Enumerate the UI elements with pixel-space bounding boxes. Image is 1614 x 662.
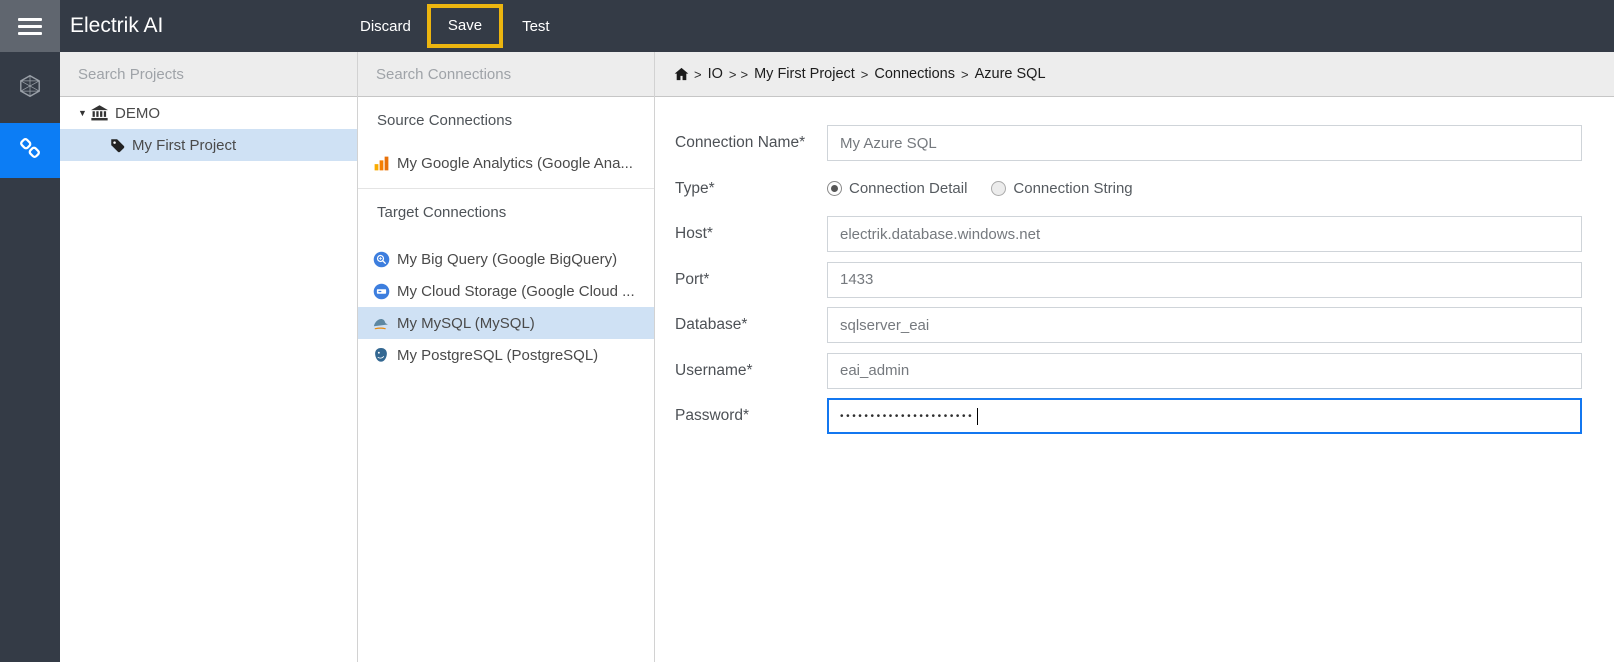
navbar-actions: Discard Save Test	[352, 0, 550, 52]
icon-sidebar	[0, 52, 60, 662]
form-row-type: Type* Connection Detail Connection Strin…	[675, 171, 1614, 217]
radio-unselected-icon	[991, 181, 1007, 196]
connection-item-mysql[interactable]: My MySQL (MySQL)	[358, 307, 654, 339]
mysql-icon	[370, 315, 392, 331]
host-input[interactable]	[827, 216, 1582, 252]
tree-item-my-first-project[interactable]: My First Project	[60, 129, 357, 161]
password-label: Password*	[675, 407, 750, 424]
username-input[interactable]	[827, 352, 1582, 389]
port-label: Port*	[675, 270, 710, 288]
form-row-port: Port*	[675, 261, 1614, 308]
connection-name-label: Connection Name*	[675, 134, 806, 151]
password-masked-value: ••••••••••••••••••••••	[840, 411, 975, 422]
top-navbar: Electrik AI Discard Save Test	[0, 0, 1614, 52]
google-analytics-icon	[370, 156, 392, 171]
text-cursor	[977, 407, 979, 425]
projects-panel: ▼ DEMO My First Project	[60, 52, 358, 662]
connection-name-input[interactable]	[827, 125, 1582, 161]
host-label: Host*	[675, 225, 713, 242]
username-label: Username*	[675, 361, 753, 379]
radio-connection-detail[interactable]: Connection Detail	[827, 180, 967, 197]
form-row-host: Host*	[675, 216, 1614, 262]
radio-label: Connection String	[1013, 180, 1133, 197]
source-connections-header: Source Connections	[377, 112, 513, 129]
database-input[interactable]	[827, 307, 1582, 343]
form-row-connection-name: Connection Name*	[675, 125, 1614, 171]
bank-icon	[91, 105, 108, 121]
connection-item-postgresql[interactable]: My PostgreSQL (PostgreSQL)	[358, 339, 654, 371]
type-radio-group: Connection Detail Connection String	[827, 171, 1133, 207]
projects-search-row	[60, 52, 357, 97]
connection-label: My Big Query (Google BigQuery)	[397, 250, 618, 268]
port-input[interactable]	[827, 261, 1582, 298]
connection-label: My Google Analytics (Google Ana...	[397, 154, 633, 172]
sidebar-item-hexagon[interactable]	[0, 63, 60, 113]
discard-button[interactable]: Discard	[360, 18, 411, 35]
password-input[interactable]: ••••••••••••••••••••••	[827, 398, 1582, 434]
hexagon-icon	[17, 73, 43, 104]
tree-item-demo[interactable]: ▼ DEMO	[60, 97, 357, 129]
connection-item-cloud-storage[interactable]: My Cloud Storage (Google Cloud ...	[358, 275, 654, 307]
breadcrumb-separator: >	[860, 66, 869, 82]
breadcrumb-separator: >	[694, 66, 702, 82]
tree-item-label: My First Project	[132, 136, 237, 154]
target-connections-header: Target Connections	[377, 204, 507, 221]
connection-item-big-query[interactable]: My Big Query (Google BigQuery)	[358, 243, 654, 275]
type-label: Type*	[675, 179, 715, 197]
cloud-storage-icon	[370, 283, 392, 300]
caret-down-icon[interactable]: ▼	[78, 108, 91, 118]
bigquery-icon	[370, 251, 392, 268]
connections-panel: Source Connections My Google Analytics (…	[358, 52, 655, 662]
target-connections-list: My Big Query (Google BigQuery) My Cloud …	[358, 243, 654, 371]
main-panel: > IO > > My First Project > Connections …	[655, 52, 1614, 662]
home-icon[interactable]	[673, 66, 690, 82]
connection-form: Connection Name* Type* Connection Detail…	[655, 97, 1614, 444]
breadcrumb-separator: >	[740, 66, 749, 82]
search-connections-input[interactable]	[358, 65, 654, 83]
app-title: Electrik AI	[70, 14, 164, 37]
save-button[interactable]: Save	[448, 17, 482, 34]
search-projects-input[interactable]	[60, 65, 357, 83]
test-button[interactable]: Test	[522, 18, 550, 35]
form-row-database: Database*	[675, 307, 1614, 353]
form-row-password: Password* ••••••••••••••••••••••	[675, 398, 1614, 444]
postgresql-icon	[370, 347, 392, 363]
breadcrumb-item-project[interactable]: My First Project	[754, 66, 855, 82]
breadcrumb-separator: >	[728, 66, 737, 82]
tag-icon	[110, 138, 125, 153]
breadcrumb-item-azure-sql[interactable]: Azure SQL	[975, 66, 1046, 82]
breadcrumb-item-io[interactable]: IO	[708, 66, 723, 82]
connections-search-row	[358, 52, 654, 97]
menu-button[interactable]	[0, 0, 60, 52]
radio-selected-icon	[827, 181, 842, 196]
radio-label: Connection Detail	[849, 180, 968, 197]
form-row-username: Username*	[675, 352, 1614, 399]
connection-item-google-analytics[interactable]: My Google Analytics (Google Ana...	[358, 147, 654, 179]
connection-label: My Cloud Storage (Google Cloud ...	[397, 282, 635, 300]
tree-item-label: DEMO	[115, 104, 160, 122]
sidebar-item-connections[interactable]	[0, 123, 60, 178]
breadcrumb-item-connections[interactable]: Connections	[874, 66, 955, 82]
breadcrumb-separator: >	[961, 66, 969, 82]
save-button-highlight: Save	[426, 4, 504, 48]
projects-tree: ▼ DEMO My First Project	[60, 97, 357, 161]
menu-icon	[18, 17, 42, 21]
connection-label: My PostgreSQL (PostgreSQL)	[397, 346, 599, 364]
link-icon	[17, 135, 43, 166]
radio-connection-string[interactable]: Connection String	[991, 180, 1133, 197]
breadcrumb: > IO > > My First Project > Connections …	[655, 52, 1614, 97]
database-label: Database*	[675, 316, 748, 333]
connection-label: My MySQL (MySQL)	[397, 314, 535, 332]
section-divider	[358, 188, 654, 189]
